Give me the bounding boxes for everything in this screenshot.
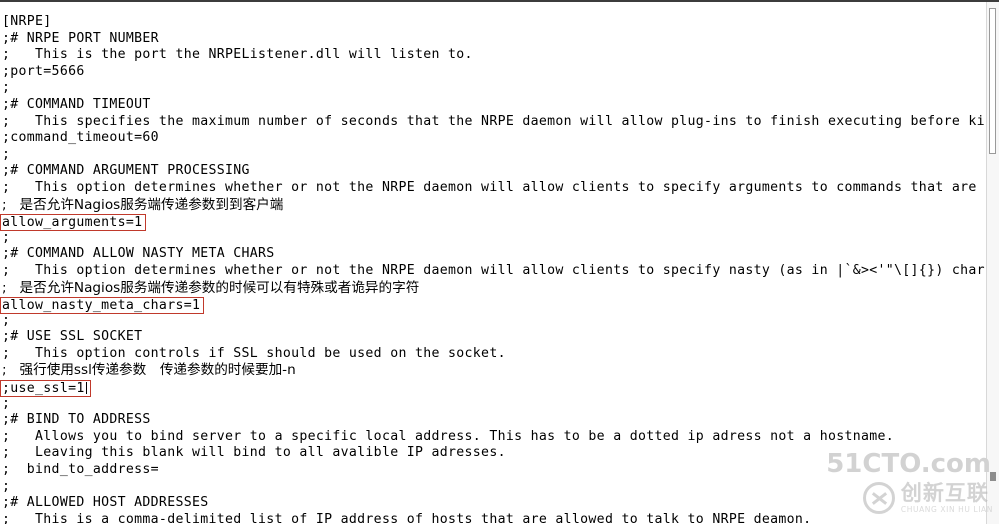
vertical-scrollbar[interactable]	[986, 2, 999, 524]
code-line: ;# COMMAND ARGUMENT PROCESSING	[2, 163, 250, 179]
code-line: ; This is a comma-delimited list of IP a…	[2, 511, 812, 524]
code-line: ;# ALLOWED HOST ADDRESSES	[2, 495, 209, 511]
code-line: ;# NRPE PORT NUMBER	[2, 30, 159, 46]
text-editor-window: [NRPE] ;# NRPE PORT NUMBER ; This is the…	[0, 0, 999, 524]
code-line: ;	[2, 478, 11, 494]
code-line: ;port=5666	[2, 63, 85, 79]
code-line: ; This option determines whether or not …	[2, 179, 985, 195]
use-ssl-text: ;use_ssl=1	[2, 381, 85, 397]
code-line-annotation: ; 强行使用ssl传递参数 传递参数的时候要加-n	[2, 362, 296, 379]
code-line: ;# USE SSL SOCKET	[2, 329, 143, 345]
code-line: ;# COMMAND ALLOW NASTY META CHARS	[2, 246, 275, 262]
code-line: ; This option determines whether or not …	[2, 262, 985, 278]
code-line: ;command_timeout=60	[2, 130, 159, 146]
code-line: ;	[2, 229, 11, 245]
watermark-logo-cn: 创新互联	[900, 480, 989, 505]
highlight-box-allow-arguments[interactable]: allow_arguments=1	[0, 214, 147, 232]
highlighted-directive-row: allow_arguments=1	[0, 213, 985, 232]
code-line: ; Allows you to bind server to a specifi…	[2, 428, 895, 444]
code-line: ;# BIND TO ADDRESS	[2, 412, 151, 428]
code-line: ;# COMMAND TIMEOUT	[2, 96, 151, 112]
highlighted-directive-row: ;use_ssl=1	[0, 379, 985, 398]
highlighted-directive-row: allow_nasty_meta_chars=1	[0, 296, 985, 315]
code-line: ;	[2, 146, 11, 162]
watermark-logo: 创新互联 CHUANG XIN HU LIAN	[862, 480, 993, 514]
code-line-annotation: ; 是否允许Nagios服务端传递参数的时候可以有特殊或者诡异的字符	[2, 279, 420, 296]
code-line: ; This option controls if SSL should be …	[2, 345, 506, 361]
circle-x-logo-icon	[862, 482, 895, 514]
code-line-annotation: ; 是否允许Nagios服务端传递参数到到客户端	[2, 196, 284, 213]
highlight-box-use-ssl[interactable]: ;use_ssl=1	[0, 380, 91, 398]
highlight-box-allow-nasty-meta-chars[interactable]: allow_nasty_meta_chars=1	[0, 297, 205, 315]
watermark-logo-words: 创新互联 CHUANG XIN HU LIAN	[900, 480, 993, 514]
editor-text-area[interactable]: [NRPE] ;# NRPE PORT NUMBER ; This is the…	[0, 14, 985, 524]
watermark-logo-pinyin: CHUANG XIN HU LIAN	[900, 504, 993, 514]
code-line: [NRPE]	[2, 14, 52, 29]
code-line: ;	[2, 395, 11, 411]
scrollbar-thumb[interactable]	[989, 8, 996, 154]
code-line: ; This is the port the NRPEListener.dll …	[2, 47, 473, 63]
code-line: ;	[2, 80, 11, 96]
watermark-site: 51CTO.com	[826, 449, 991, 479]
text-caret	[85, 382, 87, 395]
code-line: ;	[2, 312, 11, 328]
code-line: ; This specifies the maximum number of s…	[2, 113, 985, 129]
